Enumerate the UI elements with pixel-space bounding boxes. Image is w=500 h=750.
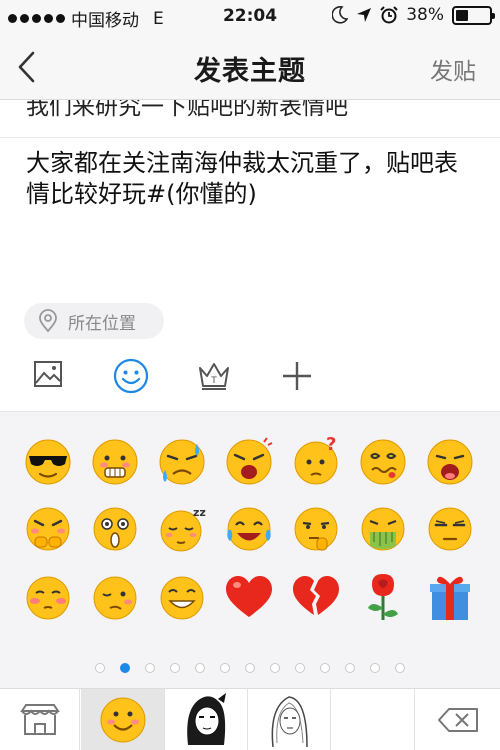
emoji-sleepy-zzz[interactable]: zz (155, 502, 209, 556)
smiley-icon (113, 358, 149, 394)
location-button[interactable]: 所在位置 (24, 303, 164, 339)
vomit-icon (361, 507, 405, 551)
svg-text:T: T (210, 376, 217, 386)
moon-icon (332, 6, 349, 24)
location-label: 所在位置 (68, 313, 136, 334)
emoji-dizzy-tongue[interactable] (356, 434, 410, 488)
emoji-laugh-tears[interactable] (222, 502, 276, 556)
page-dot[interactable] (370, 663, 380, 673)
member-button[interactable]: T (196, 358, 232, 394)
page-dot[interactable] (195, 663, 205, 673)
sticker-pack-bar (0, 688, 500, 750)
angry-fist-icon (26, 507, 70, 551)
gift-box-icon (430, 576, 470, 620)
status-right: 38% (332, 5, 495, 25)
emoji-yawn[interactable] (423, 434, 477, 488)
blush-icon (26, 576, 70, 620)
post-button[interactable]: 发贴 (430, 52, 476, 86)
emoji-angry-fist[interactable] (21, 502, 75, 556)
emoji-sweat-crying[interactable] (155, 434, 209, 488)
emoji-grin-teeth[interactable] (155, 570, 209, 624)
page-dot[interactable] (295, 663, 305, 673)
pack-girl-sticker[interactable] (166, 689, 248, 750)
store-icon (20, 704, 60, 735)
page-dot[interactable] (245, 663, 255, 673)
pack-sketch-girl[interactable] (249, 689, 331, 750)
girl-sticker-icon (187, 693, 226, 745)
page-dot[interactable] (320, 663, 330, 673)
dizzy-tongue-icon (360, 439, 406, 485)
emoji-question-confused[interactable]: ? (289, 434, 343, 488)
page-title: 发表主题 (194, 56, 306, 87)
more-button[interactable] (279, 358, 315, 394)
page-dot[interactable] (95, 663, 105, 673)
page-indicator (0, 660, 500, 676)
battery-percent: 38% (406, 5, 444, 25)
emoji-blush[interactable] (21, 570, 75, 624)
page-dot[interactable] (170, 663, 180, 673)
grin-teeth-icon (160, 576, 204, 620)
pack-smiley[interactable] (81, 689, 165, 750)
pack-store[interactable] (0, 689, 80, 750)
insert-image-button[interactable] (32, 358, 68, 394)
location-arrow-icon (357, 8, 372, 22)
status-bar: 中国移动 E 22:04 38% (0, 0, 500, 32)
map-pin-icon (39, 309, 57, 333)
cool-sunglasses-icon (25, 439, 71, 485)
svg-text:zz: zz (193, 506, 206, 519)
annoyed-icon (428, 507, 472, 551)
nav-bar: 发表主题 发贴 (0, 32, 500, 100)
shocked-angry-icon (226, 437, 273, 485)
emoji-thinking[interactable] (289, 502, 343, 556)
page-dot[interactable] (120, 663, 130, 673)
image-icon (34, 361, 62, 387)
plus-icon (283, 362, 311, 390)
compose-toolbar: T (0, 340, 500, 412)
title-field[interactable]: 我们来研究一下贴吧的新表情吧 (0, 100, 500, 138)
sleepy-zzz-icon: zz (160, 506, 206, 552)
red-heart-icon (226, 576, 272, 617)
page-dot[interactable] (145, 663, 155, 673)
page-dot[interactable] (270, 663, 280, 673)
smiley-pack-icon (100, 697, 146, 743)
sketch-girl-icon (271, 696, 308, 748)
emoji-surprised[interactable] (88, 502, 142, 556)
crown-icon: T (199, 363, 229, 390)
battery-fill (456, 9, 468, 21)
broken-heart-icon (293, 576, 339, 615)
emoji-panel: ? zz (0, 412, 500, 688)
emoji-cool-sunglasses[interactable] (21, 434, 75, 488)
emoji-red-heart[interactable] (222, 570, 276, 624)
page-dot[interactable] (220, 663, 230, 673)
title-text: 我们来研究一下贴吧的新表情吧 (26, 100, 348, 120)
emoji-shocked-angry[interactable] (222, 434, 276, 488)
emoji-button[interactable] (113, 358, 149, 394)
wink-shy-icon (93, 576, 137, 620)
delete-button[interactable] (414, 689, 500, 750)
rose-icon (368, 574, 398, 620)
yawn-icon (427, 439, 473, 485)
sweat-crying-icon (159, 439, 205, 485)
alarm-icon (380, 6, 398, 24)
surprised-icon (93, 507, 137, 551)
emoji-vomit[interactable] (356, 502, 410, 556)
svg-text:?: ? (326, 434, 336, 455)
battery-icon (452, 5, 495, 25)
emoji-rose[interactable] (356, 570, 410, 624)
emoji-annoyed[interactable] (423, 502, 477, 556)
laugh-tears-icon (227, 507, 271, 551)
thinking-icon (294, 507, 338, 551)
grimace-icon (92, 439, 138, 485)
emoji-wink-shy[interactable] (88, 570, 142, 624)
question-confused-icon: ? (294, 434, 338, 485)
emoji-broken-heart[interactable] (289, 570, 343, 624)
page-dot[interactable] (345, 663, 355, 673)
page-dot[interactable] (395, 663, 405, 673)
body-textarea[interactable]: 大家都在关注南海仲裁太沉重了，贴吧表情比较好玩#(你懂的) (26, 148, 481, 210)
emoji-grimace[interactable] (88, 434, 142, 488)
emoji-gift-box[interactable] (423, 570, 477, 624)
backspace-icon (438, 708, 478, 732)
